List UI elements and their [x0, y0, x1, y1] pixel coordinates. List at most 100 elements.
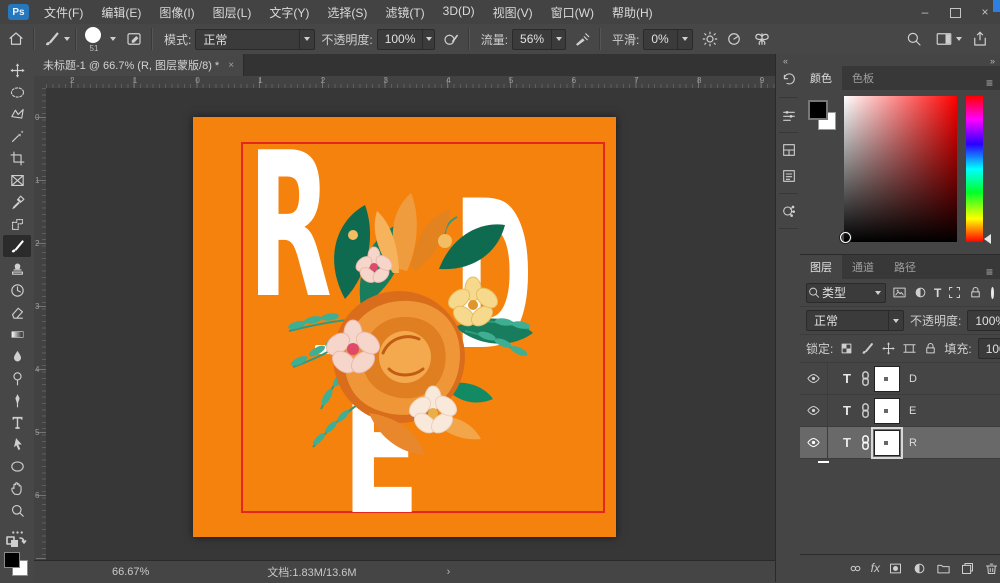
dock-collapse-left-icon[interactable]: « [783, 56, 787, 66]
zoom-tool[interactable] [3, 499, 31, 521]
tab-close-icon[interactable]: × [228, 60, 234, 71]
hue-bar[interactable] [966, 96, 983, 242]
minimize-button[interactable]: – [910, 0, 940, 24]
layer-row-r[interactable]: TR [800, 427, 1000, 459]
blend-mode-select[interactable]: 正常 [806, 310, 904, 331]
spot-healing-tool[interactable] [3, 213, 31, 235]
color-foreground-swatch[interactable] [808, 100, 828, 120]
dodge-tool[interactable] [3, 367, 31, 389]
tab-color[interactable]: 颜色 [800, 66, 842, 90]
color-panel-menu-icon[interactable]: ≡ [979, 76, 1000, 90]
symmetry-butterfly-icon[interactable] [750, 27, 774, 51]
layer-name[interactable]: D [909, 373, 917, 385]
marquee-tool[interactable] [3, 81, 31, 103]
layer-name[interactable]: R [909, 437, 917, 449]
history-panel-icon[interactable] [776, 67, 801, 93]
adjustments-panel-icon[interactable] [776, 102, 801, 128]
lock-position-icon[interactable] [881, 340, 896, 358]
layer-row-e[interactable]: TE [800, 395, 1000, 427]
canvas-artwork[interactable]: R D E [193, 117, 616, 537]
history-brush-tool[interactable] [3, 279, 31, 301]
type-tool[interactable] [3, 411, 31, 433]
path-select-tool[interactable] [3, 433, 31, 455]
brush-angle-icon[interactable] [722, 27, 746, 51]
document-tab[interactable]: 未标题-1 @ 66.7% (R, 图层蒙版/8) * × [34, 54, 244, 76]
pen-tool[interactable] [3, 389, 31, 411]
home-icon[interactable] [4, 27, 28, 51]
foreground-color-swatch[interactable] [4, 552, 20, 568]
lock-all-icon[interactable] [923, 340, 938, 358]
layer-mask-thumbnail[interactable] [874, 398, 900, 424]
menu-item-8[interactable]: 视图(V) [484, 4, 542, 21]
type-layer-thumbnail[interactable]: T [836, 432, 858, 454]
mode-select[interactable]: 正常 [195, 29, 315, 50]
tab-channels[interactable]: 通道 [842, 255, 884, 279]
eraser-tool[interactable] [3, 301, 31, 323]
flow-select[interactable]: 56% [512, 29, 566, 50]
airbrush-icon[interactable] [570, 27, 594, 51]
mask-link-icon[interactable] [860, 403, 872, 419]
fill-select[interactable]: 100% [978, 338, 1000, 359]
opacity-select[interactable]: 100% [377, 29, 435, 50]
filter-adjustment-layers-icon[interactable] [913, 284, 928, 302]
layer-mask-thumbnail[interactable] [874, 366, 900, 392]
move-tool[interactable] [3, 59, 31, 81]
brush-tool[interactable] [3, 235, 31, 257]
filter-shape-layers-icon[interactable] [947, 284, 962, 302]
menu-item-4[interactable]: 文字(Y) [260, 4, 318, 21]
tab-paths[interactable]: 路径 [884, 255, 926, 279]
pressure-opacity-icon[interactable] [439, 27, 463, 51]
zoom-level-field[interactable]: 66.67% [112, 566, 149, 578]
magic-wand-tool[interactable] [3, 125, 31, 147]
layer-style-fx-icon[interactable]: fx [871, 561, 880, 575]
color-picker-circle[interactable] [840, 232, 851, 243]
brush-tool-preset-icon[interactable] [40, 27, 64, 51]
share-icon[interactable] [968, 27, 992, 51]
menu-item-7[interactable]: 3D(D) [434, 4, 484, 21]
gradient-tool[interactable] [3, 323, 31, 345]
tab-layers[interactable]: 图层 [800, 255, 842, 279]
frame-tool[interactable] [3, 169, 31, 191]
lasso-tool[interactable] [3, 103, 31, 125]
properties-panel-icon[interactable] [776, 163, 801, 189]
ellipse-tool[interactable] [3, 455, 31, 477]
menu-item-1[interactable]: 编辑(E) [92, 4, 150, 21]
color-fg-bg-swatches[interactable] [808, 100, 838, 130]
type-layer-thumbnail[interactable]: T [836, 400, 858, 422]
mask-link-icon[interactable] [860, 435, 872, 451]
saturation-brightness-square[interactable] [844, 96, 957, 242]
filter-toggle-icon[interactable] [991, 287, 994, 299]
layer-visibility-eye-icon[interactable] [800, 395, 828, 426]
adjustment-layer-icon[interactable] [910, 559, 928, 577]
workspace-icon[interactable] [932, 27, 956, 51]
graphics-panel-icon[interactable] [776, 198, 801, 224]
link-layers-icon[interactable] [847, 559, 865, 577]
menu-item-5[interactable]: 选择(S) [318, 4, 376, 21]
add-layer-mask-icon[interactable] [886, 559, 904, 577]
lock-artboard-icon[interactable] [902, 340, 917, 358]
workspace-chevron-icon[interactable] [956, 37, 962, 41]
lock-transparent-icon[interactable] [839, 340, 854, 358]
libraries-panel-icon[interactable] [776, 137, 801, 163]
crop-tool[interactable] [3, 147, 31, 169]
brush-settings-panel-icon[interactable] [122, 27, 146, 51]
menu-item-3[interactable]: 图层(L) [204, 4, 261, 21]
filter-pixel-layers-icon[interactable] [892, 284, 907, 302]
search-icon[interactable] [902, 27, 926, 51]
filter-type-layers-icon[interactable]: T [934, 284, 941, 302]
layer-mask-thumbnail[interactable] [874, 430, 900, 456]
status-expand-icon[interactable]: › [447, 566, 451, 578]
brush-tip-chevron-icon[interactable] [110, 37, 116, 41]
swap-colors-icon[interactable] [5, 536, 29, 548]
layer-opacity-select[interactable]: 100% [967, 310, 1000, 331]
hand-tool[interactable] [3, 477, 31, 499]
clone-stamp-tool[interactable] [3, 257, 31, 279]
mask-link-icon[interactable] [860, 371, 872, 387]
hue-slider-icon[interactable] [984, 234, 991, 244]
layer-filter-select[interactable]: 类型 [806, 283, 886, 303]
delete-layer-icon[interactable] [982, 559, 1000, 577]
menu-item-10[interactable]: 帮助(H) [603, 4, 662, 21]
layer-visibility-eye-icon[interactable] [800, 363, 828, 394]
layer-visibility-eye-icon[interactable] [800, 427, 828, 458]
foreground-background-swatches[interactable] [4, 552, 30, 578]
